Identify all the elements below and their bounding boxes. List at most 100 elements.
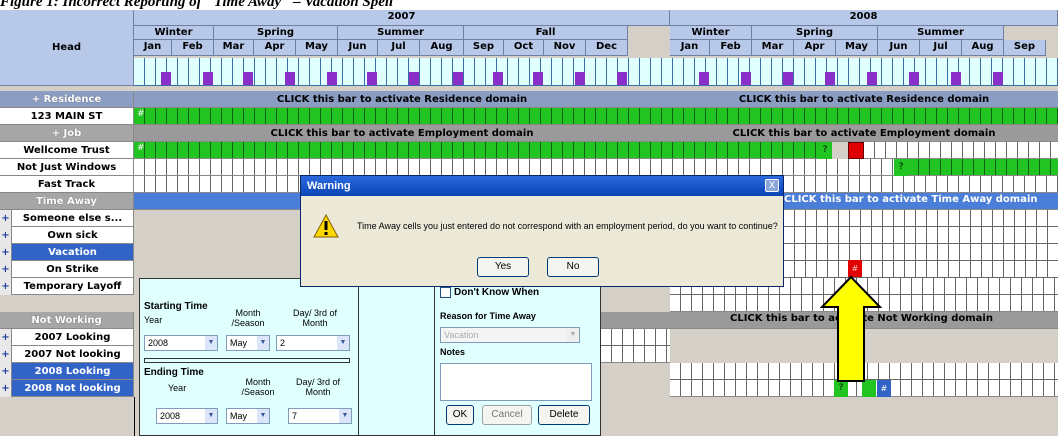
month-end-marker: [493, 72, 503, 85]
address-label: 123 MAIN ST: [0, 108, 134, 125]
dialog-title: Warning: [301, 176, 783, 196]
ending-time-label: Ending Time: [144, 367, 204, 378]
not-looking-2007-label: 2007 Not looking: [12, 346, 134, 363]
year-2008-header: 2008: [670, 10, 1058, 26]
wellcome-trust-spell-row[interactable]: [134, 142, 818, 159]
month-2008-header-4: May: [836, 40, 878, 56]
job-activate-bar[interactable]: CLICK this bar to activate Employment do…: [134, 125, 670, 142]
not-working-section-label[interactable]: Not Working: [0, 312, 134, 329]
start-month-select[interactable]: May ▼: [226, 335, 270, 351]
month-2008-header-3: Apr: [794, 40, 836, 56]
month-2008-header-6: Jul: [920, 40, 962, 56]
month-end-marker: [741, 72, 751, 85]
expand-on-strike-button[interactable]: +: [0, 261, 12, 278]
end-day-label: Day/ 3rd of Month: [295, 377, 341, 397]
month-end-marker: [867, 72, 877, 85]
season-2007-header-3: Fall: [464, 26, 628, 40]
residence-start-marker: #: [137, 109, 145, 119]
residence-section-label[interactable]: + Residence: [0, 91, 134, 108]
expand-2008-not-looking-button[interactable]: +: [0, 380, 12, 397]
end-day-select[interactable]: 7 ▼: [288, 408, 352, 424]
vacation-label: Vacation: [12, 244, 134, 261]
month-end-marker: [699, 72, 709, 85]
not-just-windows-spell-row[interactable]: [908, 159, 1058, 176]
month-end-marker: [993, 72, 1003, 85]
looking-2007-label: 2007 Looking: [12, 329, 134, 346]
month-2007-header-5: Jun: [338, 40, 378, 56]
month-end-marker: [203, 72, 213, 85]
expand-someone-else-button[interactable]: +: [0, 210, 12, 227]
no-button[interactable]: No: [547, 257, 599, 277]
notes-textarea[interactable]: [440, 363, 592, 401]
warning-dialog: Warning X Time Away cells you just enter…: [300, 175, 784, 287]
start-year-select[interactable]: 2008 ▼: [144, 335, 218, 351]
residence-spell-row[interactable]: [134, 108, 1058, 125]
week-cells-header[interactable]: [134, 58, 1058, 86]
season-2008-header-0: Winter: [670, 26, 752, 40]
start-day-select[interactable]: 2 ▼: [276, 335, 350, 351]
starting-time-label: Starting Time: [144, 301, 208, 312]
yes-button[interactable]: Yes: [477, 257, 529, 277]
year-2007-header: 2007: [134, 10, 670, 26]
not-just-windows-unknown-cell[interactable]: ?: [894, 159, 908, 176]
end-year-select[interactable]: 2008 ▼: [156, 408, 218, 424]
expand-own-sick-button[interactable]: +: [0, 227, 12, 244]
month-end-marker: [909, 72, 919, 85]
expand-2007-looking-button[interactable]: +: [0, 329, 12, 346]
dialog-message: Time Away cells you just entered do not …: [357, 221, 778, 231]
month-2008-header-1: Feb: [710, 40, 752, 56]
wellcome-end-cell[interactable]: [848, 142, 864, 159]
month-2007-header-7: Aug: [420, 40, 464, 56]
dont-know-checkbox[interactable]: [440, 287, 451, 298]
residence-activate-bar-2008[interactable]: CLICK this bar to activate Residence dom…: [670, 91, 1058, 108]
month-2008-header-8: Sep: [1004, 40, 1046, 56]
month-end-marker: [409, 72, 419, 85]
month-2007-header-10: Nov: [544, 40, 586, 56]
month-end-marker: [575, 72, 585, 85]
warning-icon: [313, 214, 339, 238]
month-2007-header-11: Dec: [586, 40, 628, 56]
ok-button[interactable]: OK: [446, 405, 474, 425]
cancel-button[interactable]: Cancel: [482, 405, 532, 425]
delete-button[interactable]: Delete: [538, 405, 590, 425]
expand-vacation-button[interactable]: +: [0, 244, 12, 261]
month-2007-header-9: Oct: [504, 40, 544, 56]
dont-know-label: Don't Know When: [454, 287, 540, 298]
month-2007-header-2: Mar: [214, 40, 254, 56]
month-end-marker: [243, 72, 253, 85]
month-2007-header-8: Sep: [464, 40, 504, 56]
reason-label: Reason for Time Away: [440, 311, 536, 321]
job-fast-track-label: Fast Track: [0, 176, 134, 193]
own-sick-label: Own sick: [12, 227, 134, 244]
start-day-label: Day/ 3rd of Month: [292, 308, 338, 328]
wellcome-start-marker: #: [137, 143, 145, 153]
month-2007-header-6: Jul: [378, 40, 420, 56]
time-away-edit-panel: Starting Time Year Month /Season Day/ 3r…: [139, 278, 601, 436]
expand-temp-layoff-button[interactable]: +: [0, 278, 12, 295]
expand-2008-looking-button[interactable]: +: [0, 363, 12, 380]
temporary-layoff-label: Temporary Layoff: [12, 278, 134, 295]
time-away-section-label[interactable]: Time Away: [0, 193, 134, 210]
end-month-select[interactable]: May ▼: [226, 408, 270, 424]
expand-2007-not-looking-button[interactable]: +: [0, 346, 12, 363]
not-looking-2008-label: 2008 Not looking: [12, 380, 134, 397]
job-wellcome-trust-label: Wellcome Trust: [0, 142, 134, 159]
not-working-grid-2007[interactable]: [601, 329, 670, 363]
close-icon[interactable]: X: [765, 179, 779, 192]
month-end-marker: [783, 72, 793, 85]
reason-select[interactable]: Vacation ▼: [440, 327, 580, 343]
season-2007-header-0: Winter: [134, 26, 214, 40]
month-end-marker: [617, 72, 627, 85]
job-activate-bar-2008[interactable]: CLICK this bar to activate Employment do…: [670, 125, 1058, 142]
job-section-label[interactable]: + Job: [0, 125, 134, 142]
month-2007-header-3: Apr: [254, 40, 296, 56]
season-2008-header-2: Summer: [878, 26, 1004, 40]
wellcome-unknown-cell[interactable]: ?: [818, 142, 832, 159]
month-2007-header-0: Jan: [134, 40, 172, 56]
residence-activate-bar[interactable]: CLICK this bar to activate Residence dom…: [134, 91, 670, 108]
month-end-marker: [533, 72, 543, 85]
head-column-header: Head: [0, 10, 134, 86]
not-just-windows-empty-cells[interactable]: [134, 159, 894, 176]
someone-else-label: Someone else s...: [12, 210, 134, 227]
wellcome-empty-cells[interactable]: [864, 142, 1058, 159]
